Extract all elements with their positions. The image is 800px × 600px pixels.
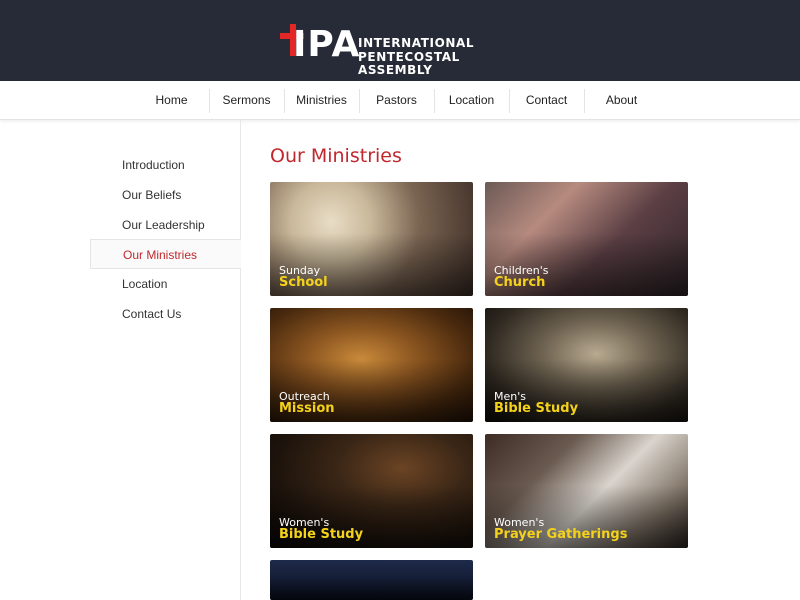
tile-label-large: Church bbox=[494, 275, 546, 290]
tile-label-large: Mission bbox=[279, 401, 335, 416]
sidebar-item-location[interactable]: Location bbox=[90, 269, 241, 299]
tile-image bbox=[270, 560, 473, 600]
logo-mark: IPA bbox=[293, 24, 361, 65]
ministry-tile-womens-prayer-gatherings[interactable]: Women's Prayer Gatherings bbox=[485, 434, 688, 548]
nav-location[interactable]: Location bbox=[434, 81, 509, 119]
page-title: Our Ministries bbox=[270, 145, 402, 167]
ministry-tile-childrens-church[interactable]: Children's Church bbox=[485, 182, 688, 296]
nav-home[interactable]: Home bbox=[134, 81, 209, 119]
ministry-tile-sunday-school[interactable]: Sunday School bbox=[270, 182, 473, 296]
site-logo[interactable]: IPA INTERNATIONAL PENTECOSTAL ASSEMBLY bbox=[279, 22, 509, 77]
org-name: INTERNATIONAL PENTECOSTAL ASSEMBLY bbox=[358, 36, 509, 78]
nav-about[interactable]: About bbox=[584, 81, 659, 119]
main-nav: Home Sermons Ministries Pastors Location… bbox=[0, 81, 800, 120]
sidebar-item-our-ministries[interactable]: Our Ministries bbox=[90, 239, 241, 269]
tile-label-large: Bible Study bbox=[279, 527, 364, 542]
tile-label-large: School bbox=[279, 275, 328, 290]
site-header: IPA INTERNATIONAL PENTECOSTAL ASSEMBLY bbox=[0, 0, 800, 81]
ministry-tile-womens-bible-study[interactable]: Women's Bible Study bbox=[270, 434, 473, 548]
sidebar-item-contact-us[interactable]: Contact Us bbox=[90, 299, 241, 329]
sidebar-item-our-leadership[interactable]: Our Leadership bbox=[90, 210, 241, 240]
sidebar-item-our-beliefs[interactable]: Our Beliefs bbox=[90, 180, 241, 210]
ministry-tile-mens-bible-study[interactable]: Men's Bible Study bbox=[485, 308, 688, 422]
nav-ministries[interactable]: Ministries bbox=[284, 81, 359, 119]
sidebar-item-introduction[interactable]: Introduction bbox=[90, 150, 241, 180]
tile-label-large: Bible Study bbox=[494, 401, 579, 416]
ministry-tile-outreach-mission[interactable]: Outreach Mission bbox=[270, 308, 473, 422]
tile-label-large: Prayer Gatherings bbox=[494, 527, 628, 542]
nav-sermons[interactable]: Sermons bbox=[209, 81, 284, 119]
org-name-line2: PENTECOSTAL ASSEMBLY bbox=[358, 49, 460, 77]
org-name-line1: INTERNATIONAL bbox=[358, 36, 475, 50]
ministry-tile-partial[interactable] bbox=[270, 560, 473, 600]
nav-contact[interactable]: Contact bbox=[509, 81, 584, 119]
nav-pastors[interactable]: Pastors bbox=[359, 81, 434, 119]
